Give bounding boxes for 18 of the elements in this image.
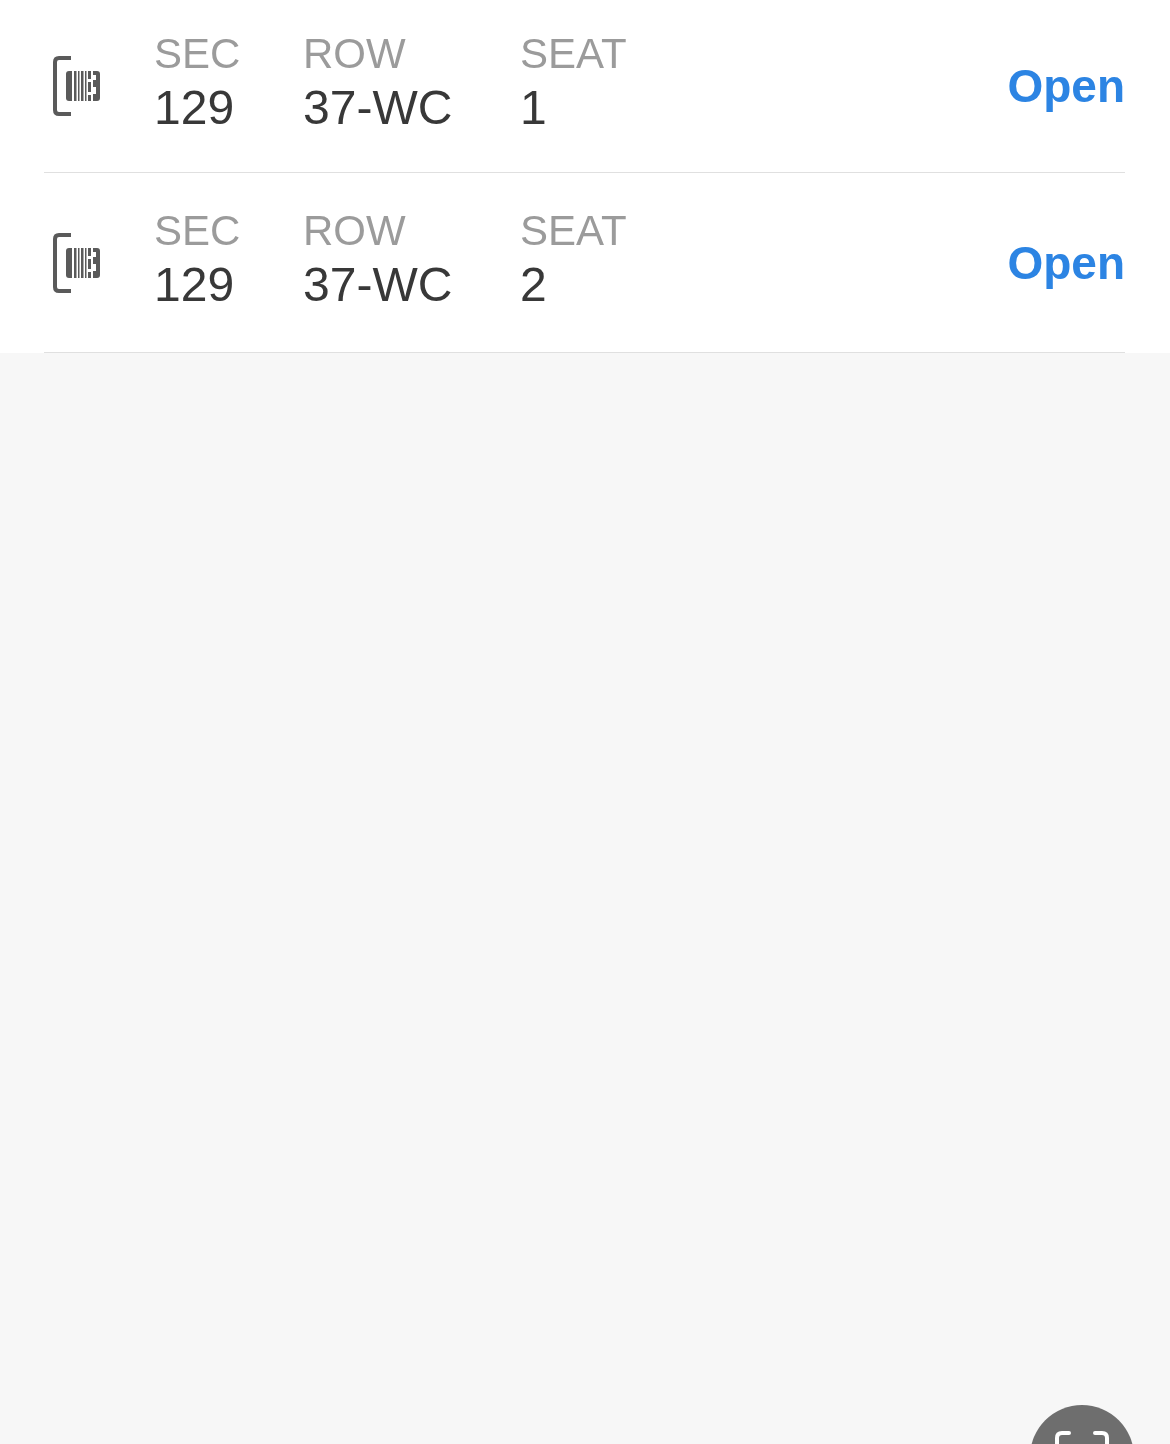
seat-value: 2 bbox=[520, 256, 548, 313]
row-value: 37-WC bbox=[303, 80, 454, 136]
ticket-barcode-icon bbox=[53, 56, 101, 116]
row-label: ROW bbox=[303, 205, 407, 256]
section-label: SEC bbox=[154, 29, 242, 79]
row-label: ROW bbox=[303, 29, 407, 79]
section-value: 129 bbox=[154, 80, 236, 136]
open-button[interactable]: Open bbox=[1007, 235, 1125, 290]
seat-value: 1 bbox=[520, 80, 548, 136]
scan-button[interactable] bbox=[1030, 1405, 1134, 1444]
row-value: 37-WC bbox=[303, 256, 454, 313]
scan-icon bbox=[1055, 1431, 1109, 1444]
section-label: SEC bbox=[154, 205, 242, 256]
section-value: 129 bbox=[154, 256, 236, 313]
seat-label: SEAT bbox=[520, 205, 627, 256]
ticket-barcode-icon bbox=[53, 232, 101, 293]
seat-label: SEAT bbox=[520, 29, 627, 79]
open-button[interactable]: Open bbox=[1007, 59, 1125, 113]
